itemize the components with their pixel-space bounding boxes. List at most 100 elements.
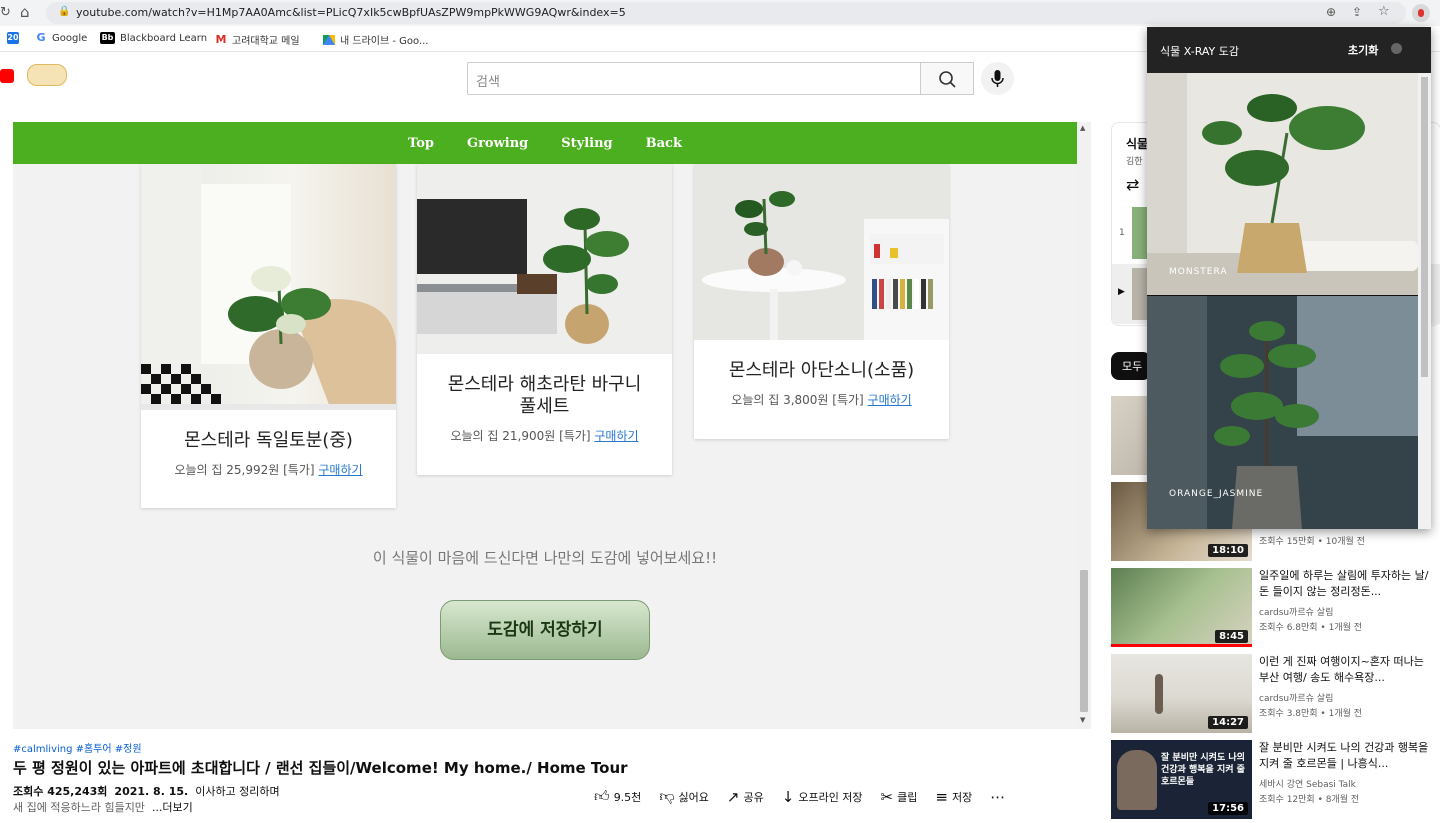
home-icon[interactable]: ⌂ <box>20 3 30 21</box>
video-duration: 14:27 <box>1208 716 1248 729</box>
doodle-logo[interactable] <box>27 64 67 86</box>
price-text: 오늘의 집 21,900원 [특가] <box>450 429 595 443</box>
like-button[interactable]: 👍︎ 9.5천 <box>594 787 641 806</box>
video-title: 일주일에 하루는 살림에 투자하는 날/ 돈 들이지 않는 정리정돈... <box>1259 569 1429 598</box>
browser-toolbar: ↻ ⌂ 🔒 youtube.com/watch?v=H1Mp7AA0Amc&li… <box>0 0 1440 26</box>
search-icon <box>939 71 956 88</box>
popup-scrollbar-thumb[interactable] <box>1421 77 1428 377</box>
like-count: 9.5천 <box>613 790 642 804</box>
product-card-1: 몬스테라 독일토분(중) 오늘의 집 25,992원 [특가] 구매하기 <box>141 164 396 508</box>
loop-icon[interactable]: ⇄ <box>1126 175 1139 194</box>
scroll-up-icon[interactable]: ▲ <box>1080 124 1085 132</box>
dislike-label: 싫어요 <box>678 790 709 804</box>
nav-top[interactable]: Top <box>408 136 434 151</box>
install-icon[interactable]: ⊕ <box>1326 5 1336 19</box>
product-image <box>417 164 672 354</box>
nav-styling[interactable]: Styling <box>561 136 612 151</box>
url-text[interactable]: youtube.com/watch?v=H1Mp7AA0Amc&list=PLi… <box>76 6 626 19</box>
product-card-2: 몬스테라 해초라탄 바구니 풀세트 오늘의 집 21,900원 [특가] 구매하… <box>417 164 672 475</box>
playlist-title[interactable]: 식물 <box>1126 135 1148 152</box>
gmail-icon: M <box>215 32 227 46</box>
product-title: 몬스테라 독일토분(중) <box>184 430 353 451</box>
show-more-link[interactable]: ...더보기 <box>152 801 193 814</box>
view-count: 조회수 425,243회 <box>13 785 108 798</box>
product-title: 몬스테라 해초라탄 바구니 풀세트 <box>447 374 642 417</box>
search-button[interactable] <box>920 62 974 95</box>
save-label: 저장 <box>951 790 973 804</box>
save-button[interactable]: ≡ 저장 <box>935 788 972 806</box>
plant-card-orange-jasmine[interactable]: ORANGE_JASMINE <box>1147 296 1418 529</box>
cta-message: 이 식물이 마음에 드신다면 나만의 도감에 넣어보세요!! <box>372 549 718 567</box>
bookmark-mail[interactable]: M 고려대학교 메일 <box>215 32 300 47</box>
recommended-video-5[interactable]: 잘 분비만 시켜도 나의 건강과 행복을 지켜 줄 호르몬들 17:56 잘 분… <box>1111 740 1440 820</box>
bookmark-drive[interactable]: 내 드라이브 - Goo... <box>323 32 429 47</box>
video-hashtags[interactable]: #calmliving #홈투어 #정원 <box>13 740 142 755</box>
video-channel: cardsu까르슈 살림 <box>1259 608 1334 618</box>
save-to-collection-button[interactable]: 도감에 저장하기 <box>440 600 650 660</box>
clip-button[interactable]: ✂ 클립 <box>881 788 918 806</box>
product-price: 오늘의 집 21,900원 [특가] 구매하기 <box>417 427 672 444</box>
video-stats: 조회수 3.8만회 • 1개월 전 <box>1259 709 1363 719</box>
buy-link[interactable]: 구매하기 <box>318 463 362 477</box>
recommended-video-4[interactable]: 14:27 이런 게 진짜 여행이지~혼자 떠나는 부산 여행/ 송도 해수욕장… <box>1111 654 1440 734</box>
buy-link[interactable]: 구매하기 <box>868 393 912 407</box>
dislike-button[interactable]: 👎︎ 싫어요 <box>659 787 709 806</box>
description-line: 이사하고 정리하며 <box>195 785 280 798</box>
video-actions: 👍︎ 9.5천 👎︎ 싫어요 ↗ 공유 ↓ 오프라인 저장 ✂ 클립 ≡ 저장 ⋯ <box>594 787 1005 806</box>
video-title: 두 평 정원이 있는 아파트에 초대합니다 / 랜선 집들이/Welcome! … <box>13 759 628 777</box>
search-input[interactable]: 검색 <box>467 62 921 95</box>
info-icon[interactable] <box>1391 43 1402 54</box>
extension-plant-icon[interactable] <box>1412 4 1430 22</box>
star-icon[interactable]: ☆ <box>1378 4 1390 19</box>
scrollbar-thumb[interactable] <box>1080 570 1088 712</box>
youtube-logo-icon[interactable] <box>0 69 14 83</box>
bookmark-label: Google <box>52 32 88 44</box>
popup-title: 식물 X-RAY 도감 <box>1160 45 1240 58</box>
lock-icon[interactable]: 🔒 <box>58 6 70 17</box>
download-icon: ↓ <box>781 787 795 806</box>
more-actions-button[interactable]: ⋯ <box>990 788 1005 806</box>
bookmark-blackboard[interactable]: Bb Blackboard Learn <box>100 32 207 44</box>
video-stats: 조회수 15만회 • 10개월 전 <box>1259 537 1365 547</box>
nav-back[interactable]: Back <box>646 136 682 151</box>
share-icon[interactable]: ⇪ <box>1352 5 1362 19</box>
product-price: 오늘의 집 3,800원 [특가] 구매하기 <box>694 391 949 408</box>
bookmark-google[interactable]: G Google <box>35 32 87 44</box>
plant-card-monstera[interactable]: MONSTERA <box>1147 73 1418 295</box>
buy-link[interactable]: 구매하기 <box>594 429 638 443</box>
bookmark-label: 내 드라이브 - Goo... <box>340 36 429 47</box>
now-playing-icon: ▶ <box>1118 287 1125 297</box>
bookmark-calendar[interactable]: 20 <box>7 32 19 44</box>
reset-button[interactable]: 초기화 <box>1348 42 1378 58</box>
download-button[interactable]: ↓ 오프라인 저장 <box>782 788 863 806</box>
product-price: 오늘의 집 25,992원 [특가] 구매하기 <box>141 461 396 478</box>
thumbs-down-icon: 👎︎ <box>659 787 675 805</box>
video-description[interactable]: 조회수 425,243회 2021. 8. 15. 이사하고 정리하며 새 집에… <box>13 784 280 816</box>
product-card-3: 몬스테라 아단소니(소품) 오늘의 집 3,800원 [특가] 구매하기 <box>694 164 949 439</box>
product-title: 몬스테라 아단소니(소품) <box>728 360 915 381</box>
address-bar[interactable]: 🔒 youtube.com/watch?v=H1Mp7AA0Amc&list=P… <box>46 2 1406 24</box>
embedded-plant-page: Top Growing Styling Back 몬스테라 독일토분(중) 오늘… <box>13 122 1077 729</box>
video-duration: 8:45 <box>1215 630 1248 643</box>
video-stats: 조회수 12만회 • 8개월 전 <box>1259 795 1360 805</box>
share-button[interactable]: ↗ 공유 <box>727 788 764 806</box>
scroll-down-icon[interactable]: ▼ <box>1080 716 1085 724</box>
price-text: 오늘의 집 3,800원 [특가] <box>731 393 868 407</box>
reload-icon[interactable]: ↻ <box>0 5 11 20</box>
nav-growing[interactable]: Growing <box>467 136 528 151</box>
blackboard-icon: Bb <box>100 32 115 44</box>
playlist-add-icon: ≡ <box>935 787 948 806</box>
recommended-video-3[interactable]: 8:45 일주일에 하루는 살림에 투자하는 날/ 돈 들이지 않는 정리정돈.… <box>1111 568 1440 648</box>
filter-chip-all[interactable]: 모두 <box>1111 352 1151 380</box>
popup-header: 식물 X-RAY 도감 초기화 <box>1147 27 1431 73</box>
share-label: 공유 <box>743 790 764 804</box>
watch-progress <box>1111 644 1252 647</box>
product-image <box>694 164 949 340</box>
bookmark-label: Blackboard Learn <box>120 32 208 44</box>
share-arrow-icon: ↗ <box>726 787 740 806</box>
playlist-channel[interactable]: 김한 <box>1126 154 1143 167</box>
voice-search-button[interactable] <box>981 62 1014 95</box>
more-dots-icon: ⋯ <box>990 787 1006 806</box>
playlist-index: 1 <box>1119 228 1125 238</box>
green-nav-bar: Top Growing Styling Back <box>13 122 1077 164</box>
